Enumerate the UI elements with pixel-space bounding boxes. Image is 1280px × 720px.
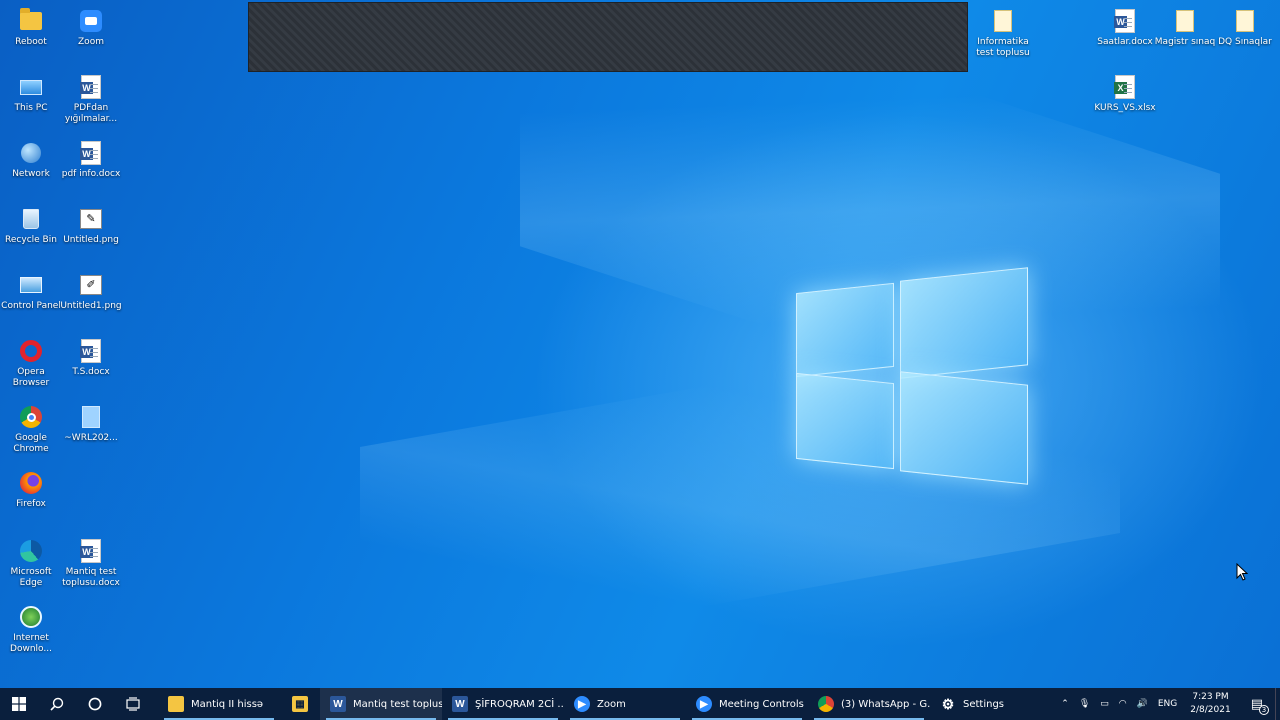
idm-icon [18,604,44,630]
clock[interactable]: 7:23 PM 2/8/2021 [1182,691,1238,717]
desktop-icon-control-panel[interactable]: Control Panel [0,272,62,312]
recycle-bin-icon [18,206,44,232]
volume-icon[interactable]: 🔊 [1132,688,1153,720]
word-icon: W [452,696,468,712]
store-icon: ▦ [292,696,308,712]
zoom-icon [78,8,104,34]
blank-file-icon [78,404,104,430]
folder-icon [18,8,44,34]
desktop-icon-magistr[interactable]: Magistr sınaq [1154,8,1216,48]
network-icon [18,140,44,166]
mouse-cursor-icon [1236,563,1248,581]
desktop-icon-untitled-png[interactable]: ✎ Untitled.png [60,206,122,246]
excel-icon: X [1112,74,1138,100]
taskbar-app-word-sifroqram[interactable]: W ŞİFROQRAM 2Cİ ... [442,688,564,720]
taskbar-app-zoom[interactable]: ▶ Zoom [564,688,686,720]
folder-zip-icon [1172,8,1198,34]
taskbar-app-word-mantiq[interactable]: W Mantiq test toplus... [320,688,442,720]
desktop-icon-firefox[interactable]: Firefox [0,470,62,510]
desktop-icon-untitled1-png[interactable]: ✐ Untitled1.png [60,272,122,312]
windows-start-icon [12,697,26,711]
language-indicator[interactable]: ENG [1153,688,1182,720]
image-icon: ✎ [78,206,104,232]
desktop-icon-wrl[interactable]: ~WRL202... [60,404,122,444]
desktop-icon-reboot[interactable]: Reboot [0,8,62,48]
desktop-icon-zoom[interactable]: Zoom [60,8,122,48]
folder-zip-icon [990,8,1016,34]
desktop-icon-this-pc[interactable]: This PC [0,74,62,114]
notification-count-badge: 3 [1259,705,1269,715]
desktop-icon-opera[interactable]: Opera Browser [0,338,62,389]
battery-icon[interactable]: ▭ [1095,688,1114,720]
desktop-icon-dq-sinaqlar[interactable]: DQ Sınaqlar [1214,8,1276,48]
wifi-icon[interactable]: ◠ [1114,688,1132,720]
search-button[interactable] [38,688,76,720]
taskbar-app-chrome-whatsapp[interactable]: (3) WhatsApp - G... [808,688,930,720]
desktop-icon-informatika[interactable]: Informatika test toplusu [972,8,1034,59]
desktop-icon-kurs-vs[interactable]: X KURS_VS.xlsx [1094,74,1156,114]
desktop-icon-mantiq-test[interactable]: W Mantiq test toplusu.docx [60,538,122,589]
word-doc-icon: W [78,74,104,100]
desktop-icon-saatlar[interactable]: W Saatlar.docx [1094,8,1156,48]
taskbar-app-settings[interactable]: ⚙ Settings [930,688,1052,720]
gear-icon: ⚙ [941,695,955,712]
opera-icon [18,338,44,364]
taskbar-app-meeting-controls[interactable]: ▶ Meeting Controls [686,688,808,720]
desktop-icon-ts-docx[interactable]: W T.S.docx [60,338,122,378]
desktop-icon-network[interactable]: Network [0,140,62,180]
word-doc-icon: W [1112,8,1138,34]
cortana-button[interactable] [76,688,114,720]
clock-time: 7:23 PM [1192,692,1229,702]
computer-icon [18,74,44,100]
control-panel-icon [18,272,44,298]
system-tray: ⌃ 🎙 ▭ ◠ 🔊 ENG 7:23 PM 2/8/2021 ▤ 3 [1056,688,1280,720]
notification-center-button[interactable]: ▤ 3 [1239,688,1275,720]
task-view-button[interactable] [114,688,152,720]
word-doc-icon: W [78,538,104,564]
word-doc-icon: W [78,140,104,166]
chrome-icon [818,696,834,712]
edge-icon [18,538,44,564]
image-icon: ✐ [78,272,104,298]
show-hidden-icons-chevron-up-icon[interactable]: ⌃ [1056,688,1074,720]
chrome-icon [18,404,44,430]
desktop-icon-pdf-info[interactable]: W pdf info.docx [60,140,122,180]
desktop-icon-recycle-bin[interactable]: Recycle Bin [0,206,62,246]
folder-icon [168,696,184,712]
show-desktop-button[interactable] [1275,688,1280,720]
desktop-icon-chrome[interactable]: Google Chrome [0,404,62,455]
word-icon: W [330,696,346,712]
desktop-icon-edge[interactable]: Microsoft Edge [0,538,62,589]
search-icon [50,697,64,711]
clock-date: 2/8/2021 [1190,705,1231,715]
cortana-circle-icon [88,697,102,711]
folder-zip-icon [1232,8,1258,34]
taskbar-app-mantiq-folder[interactable]: Mantiq II hissə [158,688,280,720]
zoom-icon: ▶ [696,696,712,712]
desktop-icon-pdfdan[interactable]: W PDFdan yığılmalar... [60,74,122,125]
word-doc-icon: W [78,338,104,364]
start-button[interactable] [0,688,38,720]
microphone-icon[interactable]: 🎙 [1074,688,1095,720]
firefox-icon [18,470,44,496]
windows-logo-wallpaper [796,256,1028,492]
zoom-icon: ▶ [574,696,590,712]
desktop-icon-internet-download-manager[interactable]: Internet Downlo... [0,604,62,655]
task-view-icon [126,697,140,711]
redacted-overlay [248,2,968,72]
taskbar-app-store[interactable]: ▦ [280,688,320,720]
